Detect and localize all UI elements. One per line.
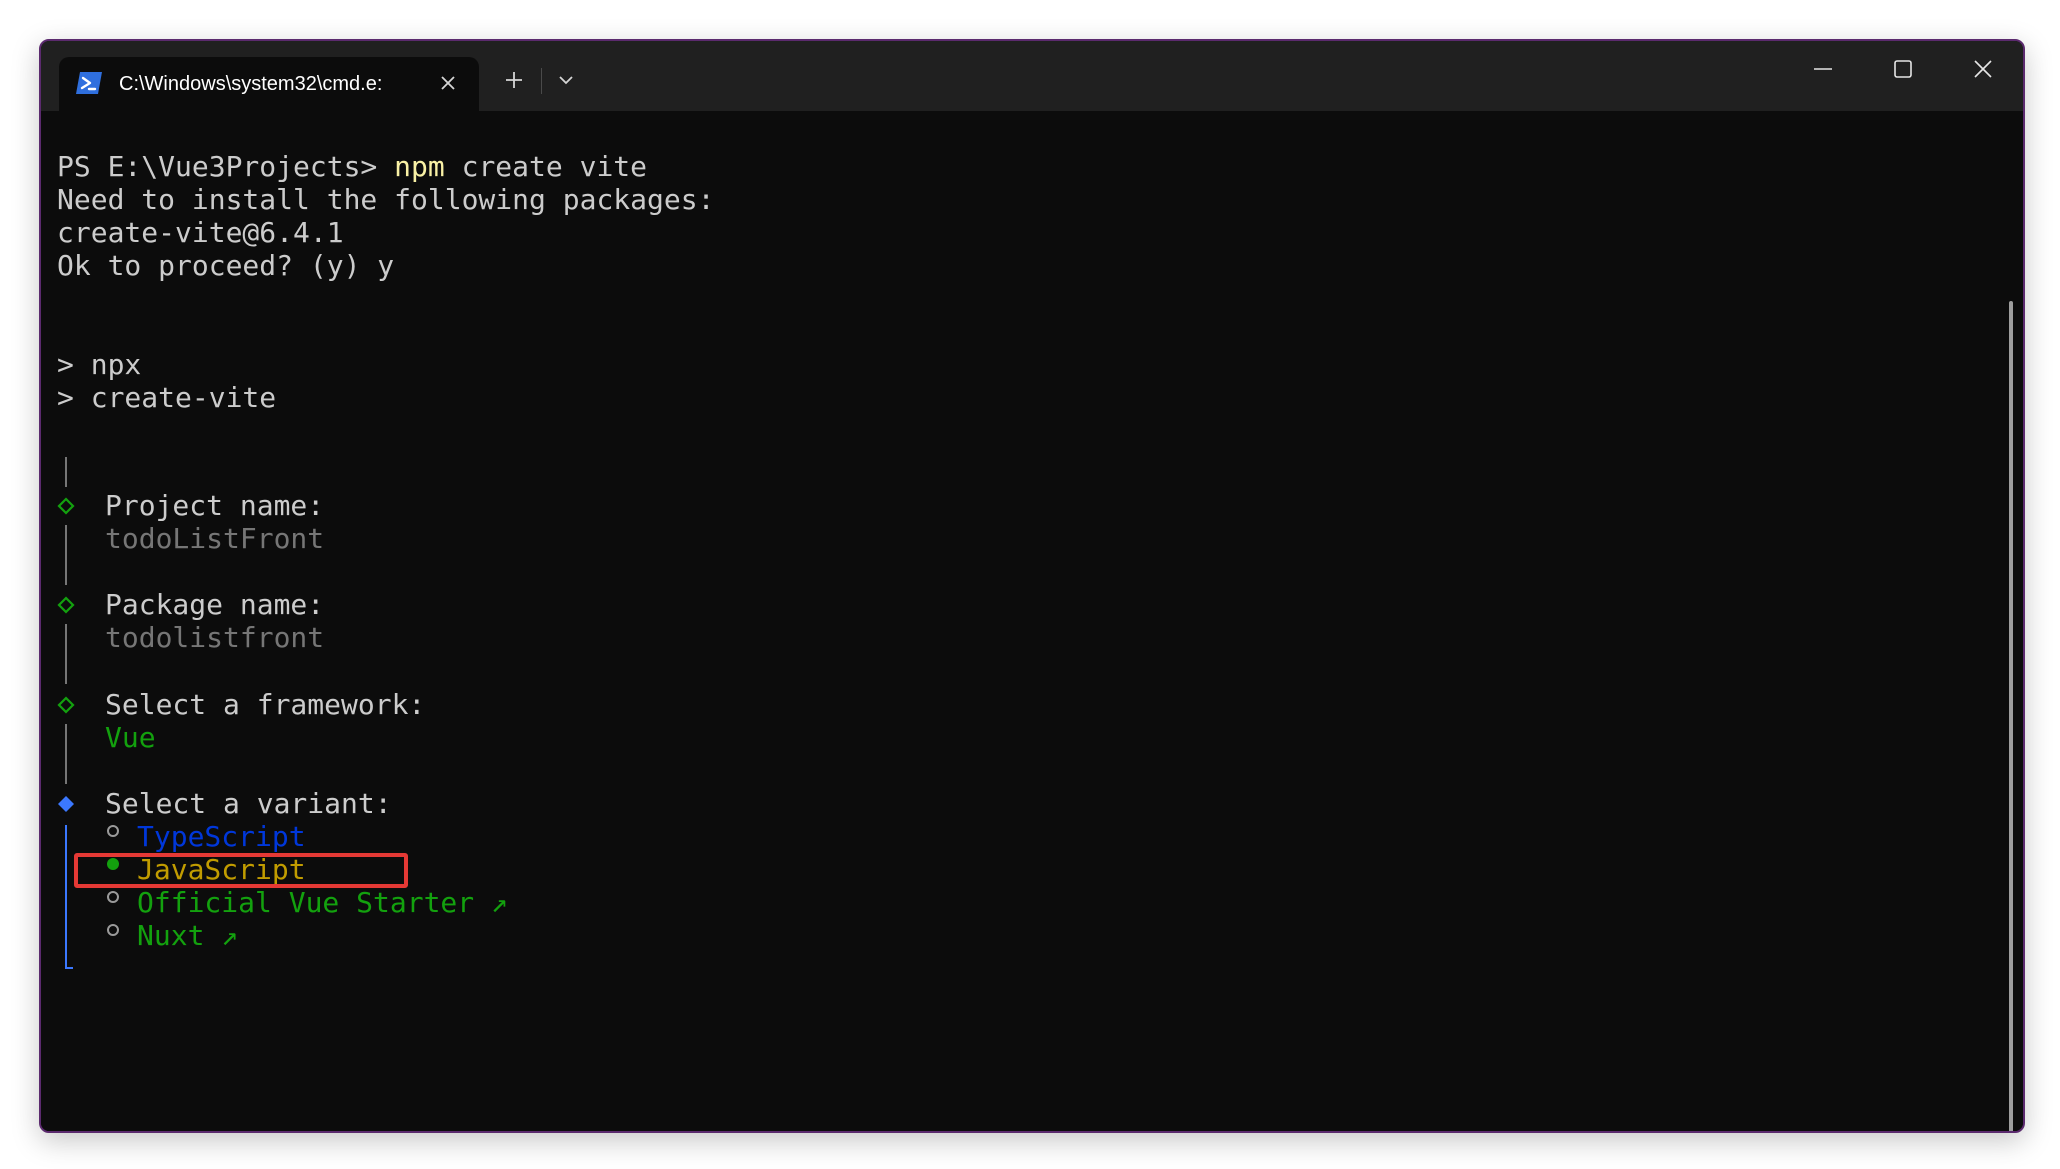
terminal-output[interactable]: PS E:\Vue3Projects> npm create vite Need… [41,111,2023,1131]
terminal-window: C:\Windows\system32\cmd.e: PS E:\Vue3Pro… [39,39,2025,1133]
project-name-label: Project name: [105,489,325,522]
framework-label: Select a framework: [105,688,426,721]
variant-option[interactable]: Official Vue Starter ↗ [137,886,508,919]
minimize-icon[interactable] [1783,41,1863,97]
done-diamond-icon [57,497,75,515]
command-args-text: create vite [444,150,648,183]
tab-title: C:\Windows\system32\cmd.e: [119,73,383,95]
install-message: Need to install the following packages: [57,183,715,216]
window-close-icon[interactable] [1943,41,2023,97]
command-text: npm [394,150,445,183]
chevron-down-icon[interactable] [549,63,583,97]
done-diamond-icon [57,696,75,714]
package-name-label: Package name: [105,588,325,621]
maximize-icon[interactable] [1863,41,1943,97]
tree-connector [65,624,67,684]
framework-value: Vue [105,721,156,754]
npx-line: > npx [57,348,142,381]
radio-unselected-icon [107,924,119,936]
proceed-line: Ok to proceed? (y) y [57,249,395,282]
title-bar[interactable]: C:\Windows\system32\cmd.e: [41,41,2023,111]
scrollbar[interactable] [2009,301,2013,1131]
done-diamond-icon [57,596,75,614]
tab-separator [541,68,542,94]
tree-connector [65,457,67,487]
active-tree-end [65,967,73,969]
radio-unselected-icon [107,825,119,837]
active-diamond-icon [58,796,74,812]
active-tree-connector [65,825,67,969]
radio-unselected-icon [107,891,119,903]
tree-connector [65,724,67,784]
variant-option[interactable]: Nuxt ↗ [137,919,238,952]
powershell-icon [75,71,103,95]
highlight-box [74,853,408,888]
create-vite-line: > create-vite [57,381,277,414]
new-tab-plus-icon[interactable] [497,63,531,97]
variant-option[interactable]: TypeScript [137,820,306,853]
tree-connector [65,525,67,585]
package-line: create-vite@6.4.1 [57,216,344,249]
tab-close-icon[interactable] [435,70,461,96]
prompt-text: PS E:\Vue3Projects> [57,150,395,183]
terminal-tab[interactable]: C:\Windows\system32\cmd.e: [59,57,479,111]
prompt-line: PS E:\Vue3Projects> npm create vite [57,150,647,183]
project-name-value: todoListFront [105,522,325,555]
variant-label: Select a variant: [105,787,392,820]
package-name-value: todolistfront [105,621,325,654]
